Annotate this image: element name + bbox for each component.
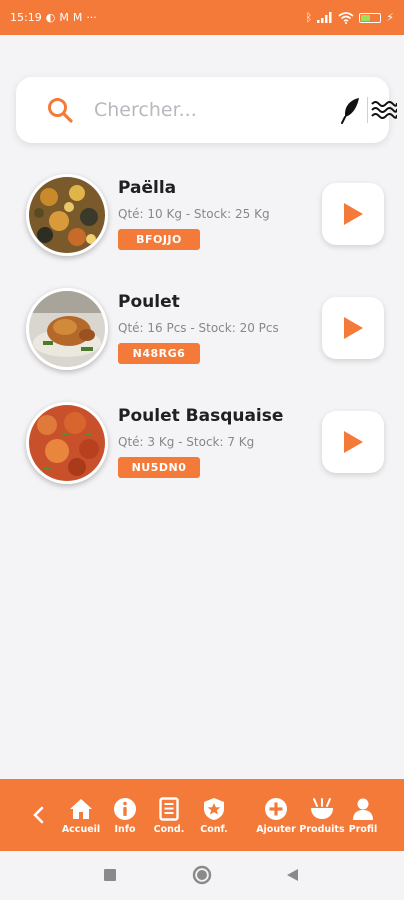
nav-label: Profil	[348, 823, 378, 835]
nav-conf[interactable]: Conf.	[194, 785, 234, 845]
waves-icon[interactable]	[370, 95, 398, 125]
feather-icon[interactable]	[337, 95, 365, 125]
bottom-nav: Accueil Info Cond. Conf. Ajouter Produit…	[0, 779, 404, 851]
status-time: 15:19	[10, 11, 42, 24]
play-button[interactable]	[322, 183, 384, 245]
nav-label: Produits	[299, 823, 345, 835]
status-bar: 15:19 ◐ M M ··· ᛒ ⚡	[0, 0, 404, 35]
notification-icon: ◐	[45, 11, 56, 24]
product-meta: Qté: 10 Kg - Stock: 25 Kg	[118, 207, 270, 221]
search-bar	[16, 77, 397, 143]
document-icon	[156, 796, 182, 822]
triangle-back-icon	[287, 869, 298, 881]
product-row[interactable]: Poulet Basquaise Qté: 3 Kg - Stock: 7 Kg…	[0, 398, 404, 512]
back-chevron-icon[interactable]	[28, 795, 48, 835]
home-icon	[68, 796, 94, 822]
search-icon[interactable]	[46, 95, 74, 125]
nav-label: Info	[114, 823, 136, 835]
home-system-button[interactable]	[192, 865, 212, 889]
charging-icon: ⚡	[386, 11, 394, 24]
more-dots: ···	[86, 11, 97, 24]
battery-icon	[359, 12, 382, 23]
system-nav-bar	[0, 851, 404, 900]
nav-label: Accueil	[61, 823, 101, 835]
nav-label: Cond.	[153, 823, 185, 835]
nav-cond[interactable]: Cond.	[149, 785, 189, 845]
product-meta: Qté: 16 Pcs - Stock: 20 Pcs	[118, 321, 279, 335]
recents-button[interactable]	[103, 867, 117, 886]
play-icon	[344, 317, 363, 339]
nav-profil[interactable]: Profil	[346, 785, 380, 845]
play-icon	[344, 203, 363, 225]
play-button[interactable]	[322, 297, 384, 359]
product-row[interactable]: Poulet Qté: 16 Pcs - Stock: 20 Pcs N48RG…	[0, 284, 404, 398]
tool-divider	[367, 97, 368, 123]
signal-icon	[317, 12, 332, 23]
play-icon	[344, 431, 363, 453]
person-icon	[350, 796, 376, 822]
play-button[interactable]	[322, 411, 384, 473]
product-code-badge: N48RG6	[118, 343, 200, 364]
nav-produits[interactable]: Produits	[299, 785, 345, 845]
product-row[interactable]: Paëlla Qté: 10 Kg - Stock: 25 Kg BFOJJO	[0, 170, 404, 284]
product-code-badge: NU5DN0	[118, 457, 200, 478]
bluetooth-icon: ᛒ	[305, 11, 313, 24]
product-image-poulet	[26, 288, 108, 370]
add-circle-icon	[263, 796, 289, 822]
nav-ajouter[interactable]: Ajouter	[256, 785, 296, 845]
product-image-poulet-basquaise	[26, 402, 108, 484]
info-icon	[112, 796, 138, 822]
product-code-badge: BFOJJO	[118, 229, 200, 250]
bowl-icon	[309, 796, 335, 822]
nav-info[interactable]: Info	[105, 785, 145, 845]
product-meta: Qté: 3 Kg - Stock: 7 Kg	[118, 435, 255, 449]
gmail-icon: M	[59, 11, 69, 24]
product-name: Poulet Basquaise	[118, 406, 284, 426]
product-name: Poulet	[118, 292, 180, 312]
shield-star-icon	[201, 796, 227, 822]
nav-label: Conf.	[200, 823, 228, 835]
nav-label: Ajouter	[256, 823, 296, 835]
nav-accueil[interactable]: Accueil	[61, 785, 101, 845]
search-input[interactable]	[94, 99, 337, 121]
wifi-icon	[338, 11, 354, 24]
back-system-button[interactable]	[285, 867, 299, 886]
gmail-icon-2: M	[72, 11, 83, 24]
circle-icon	[192, 865, 212, 885]
product-image-paella	[26, 174, 108, 256]
product-name: Paëlla	[118, 178, 177, 198]
square-icon	[104, 869, 116, 881]
product-list: Paëlla Qté: 10 Kg - Stock: 25 Kg BFOJJO …	[0, 170, 404, 512]
